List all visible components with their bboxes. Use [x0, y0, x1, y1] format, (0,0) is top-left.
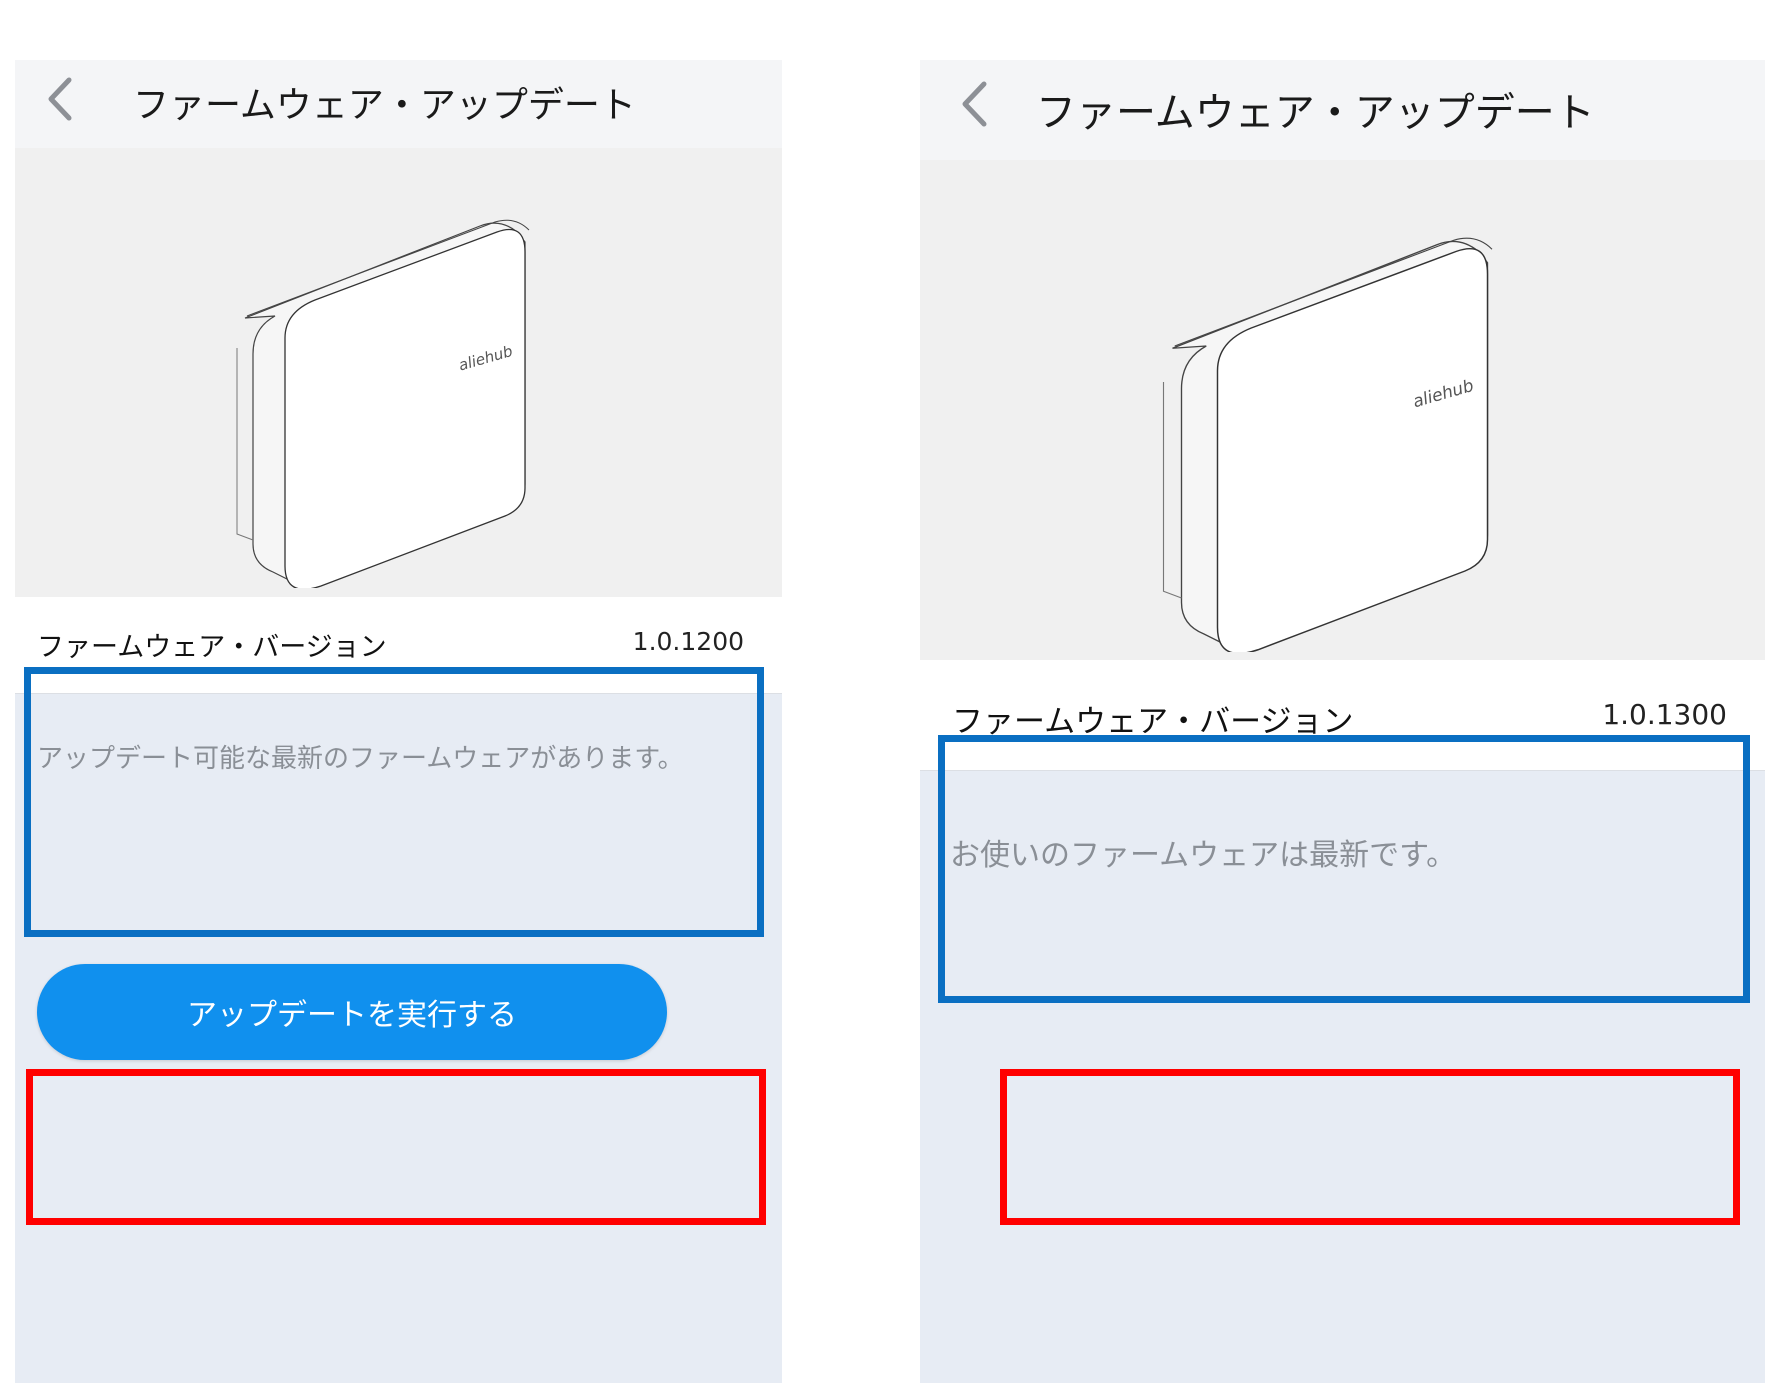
chevron-left-icon: [48, 77, 72, 121]
update-status-message: お使いのファームウェアは最新です。: [950, 838, 1457, 873]
right-screen: ファームウェア・アップデート aliehub ファームウェア・バージョン 1.0…: [920, 60, 1765, 1383]
firmware-version-row: ファームウェア・バージョン 1.0.1300: [920, 660, 1765, 771]
firmware-version-value: 1.0.1300: [1602, 698, 1727, 731]
firmware-version-row: ファームウェア・バージョン 1.0.1200: [15, 597, 782, 694]
firmware-version-label: ファームウェア・バージョン: [952, 704, 1354, 740]
left-screen: ファームウェア・アップデート aliehub ファームウェア・バージョン 1.0…: [15, 60, 782, 1383]
update-status-message: アップデート可能な最新のファームウェアがあります。: [37, 744, 684, 774]
device-image-area: aliehub: [15, 148, 782, 672]
chevron-left-icon: [962, 81, 987, 127]
hub-device-image: aliehub: [236, 219, 530, 588]
back-button[interactable]: [43, 74, 77, 124]
page-title: ファームウェア・アップデート: [133, 85, 636, 126]
device-image-area: aliehub: [920, 160, 1765, 742]
firmware-version-value: 1.0.1200: [632, 627, 744, 656]
firmware-version-label: ファームウェア・バージョン: [37, 632, 387, 663]
header-bar: ファームウェア・アップデート: [15, 60, 782, 148]
page-title: ファームウェア・アップデート: [1036, 90, 1595, 136]
run-update-label: アップデートを実行する: [187, 998, 517, 1033]
back-button[interactable]: [956, 77, 992, 131]
run-update-button[interactable]: アップデートを実行する: [37, 964, 667, 1060]
header-bar: ファームウェア・アップデート: [920, 60, 1765, 160]
hub-device-image: aliehub: [1162, 237, 1493, 652]
